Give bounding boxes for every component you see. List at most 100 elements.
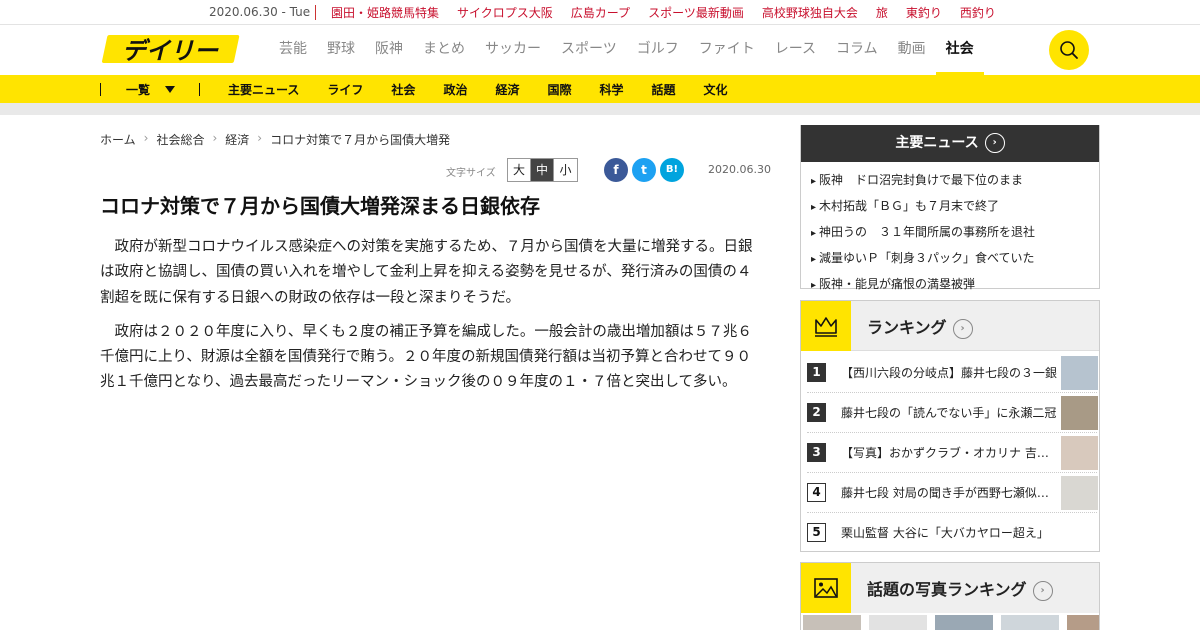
- today-date: 2020.06.30 - Tue: [209, 5, 311, 19]
- daily-logo[interactable]: デイリー: [100, 33, 240, 65]
- ranking-item[interactable]: 4 藤井七段 対局の聞き手が西野七瀬似で話題: [807, 473, 1098, 513]
- font-size-switcher: 大 中 小: [507, 158, 578, 182]
- photo-thumbnails: [803, 615, 1099, 630]
- main-news-item[interactable]: 阪神 ドロ沼完封負けで最下位のまま: [811, 168, 1099, 194]
- nav-race[interactable]: レース: [775, 25, 816, 75]
- top-link-hiroshima-carp[interactable]: 広島カープ: [571, 4, 630, 21]
- article-tools: 文字サイズ 大 中 小 f t B! 2020.06.30: [446, 158, 771, 182]
- ranking-item[interactable]: 2 藤井七段の「読んでない手」に永瀬二冠: [807, 393, 1098, 433]
- nav-soccer[interactable]: サッカー: [485, 25, 541, 75]
- ranking-header[interactable]: ランキング ›: [801, 301, 1099, 351]
- top-link-sports-video[interactable]: スポーツ最新動画: [648, 4, 744, 21]
- breadcrumb-current: コロナ対策で７月から国債大増発: [270, 133, 451, 147]
- top-bar: 2020.06.30 - Tue 園田・姫路競馬特集 サイクロプス大阪 広島カー…: [0, 0, 1200, 25]
- photo-thumbnail[interactable]: [1001, 615, 1059, 630]
- sub-nav-politics[interactable]: 政治: [443, 81, 467, 98]
- image-icon: [801, 563, 851, 613]
- font-size-medium[interactable]: 中: [531, 159, 554, 181]
- twitter-share-icon[interactable]: t: [632, 158, 656, 182]
- ranking-text: 【写真】おかずクラブ・オカリナ 吉岡里帆: [841, 446, 1059, 460]
- logo-text: デイリー: [122, 37, 219, 65]
- top-link-sonoda-himeji[interactable]: 園田・姫路競馬特集: [331, 4, 439, 21]
- list-dropdown[interactable]: 一覧: [126, 81, 150, 98]
- photo-thumbnail[interactable]: [869, 615, 927, 630]
- top-bar-divider: [315, 5, 316, 20]
- main-news-item[interactable]: 阪神・能見が痛恨の満塁被弾: [811, 272, 1099, 298]
- nav-hanshin[interactable]: 阪神: [375, 25, 403, 75]
- top-bar-links: 園田・姫路競馬特集 サイクロプス大阪 広島カープ スポーツ最新動画 高校野球独自…: [331, 4, 1014, 21]
- ranking-text: 藤井七段 対局の聞き手が西野七瀬似で話題: [841, 486, 1059, 500]
- sub-nav-science[interactable]: 科学: [599, 81, 623, 98]
- ranking-text: 藤井七段の「読んでない手」に永瀬二冠: [841, 406, 1057, 420]
- top-link-cyclops-osaka[interactable]: サイクロプス大阪: [457, 4, 553, 21]
- sub-nav-divider: [199, 83, 200, 96]
- search-icon: [1060, 41, 1078, 59]
- font-size-label: 文字サイズ: [446, 168, 496, 179]
- chevron-right-icon: ›: [984, 133, 1005, 153]
- chevron-right-icon: ›: [212, 131, 218, 145]
- nav-sports[interactable]: スポーツ: [561, 25, 617, 75]
- top-link-east-fishing[interactable]: 東釣り: [906, 4, 942, 21]
- breadcrumb-economy[interactable]: 経済: [225, 131, 249, 148]
- chevron-right-icon: ›: [257, 131, 263, 145]
- facebook-share-icon[interactable]: f: [604, 158, 628, 182]
- ranking-item[interactable]: 5 栗山監督 大谷に「大バカヤロー超え」: [807, 513, 1097, 553]
- ranking-thumbnail: [1061, 356, 1098, 390]
- nav-fight[interactable]: ファイト: [699, 25, 755, 75]
- photo-ranking-header[interactable]: 話題の写真ランキング ›: [801, 563, 1099, 613]
- main-news-item[interactable]: 減量ゆいＰ「刺身３パック」食べていた: [811, 246, 1099, 272]
- rank-number: 5: [807, 523, 826, 542]
- nav-column[interactable]: コラム: [836, 25, 878, 75]
- chevron-right-icon: ›: [1032, 580, 1053, 601]
- top-link-high-school-baseball[interactable]: 高校野球独自大会: [762, 4, 858, 21]
- photo-ranking-title: 話題の写真ランキング ›: [867, 576, 1053, 601]
- main-news-item[interactable]: 神田うの ３１年間所属の事務所を退社: [811, 220, 1099, 246]
- sub-nav-culture[interactable]: 文化: [704, 81, 728, 98]
- sub-nav-economy[interactable]: 経済: [495, 81, 519, 98]
- chevron-right-icon: ›: [143, 131, 149, 145]
- main-news-item[interactable]: 木村拓哉「ＢＧ」も７月末で終了: [811, 194, 1099, 220]
- main-nav: 芸能 野球 阪神 まとめ サッカー スポーツ ゴルフ ファイト レース コラム …: [279, 25, 994, 76]
- article-title: コロナ対策で７月から国債大増発深まる日銀依存: [100, 194, 540, 218]
- ranking-item[interactable]: 1 【西川六段の分岐点】藤井七段の３一銀: [807, 353, 1098, 393]
- photo-ranking-box: 話題の写真ランキング ›: [800, 562, 1100, 630]
- rank-number: 4: [807, 483, 826, 502]
- sub-nav-life[interactable]: ライフ: [327, 81, 363, 98]
- nav-video[interactable]: 動画: [898, 25, 926, 75]
- nav-entertainment[interactable]: 芸能: [279, 25, 307, 75]
- ranking-title-text: ランキング: [867, 318, 947, 337]
- sub-nav-top-news[interactable]: 主要ニュース: [228, 81, 299, 98]
- ranking-item[interactable]: 3 【写真】おかずクラブ・オカリナ 吉岡里帆: [807, 433, 1098, 473]
- ranking-box: ランキング › 1 【西川六段の分岐点】藤井七段の３一銀 2 藤井七段の「読んでな…: [800, 300, 1100, 552]
- top-link-west-fishing[interactable]: 西釣り: [960, 4, 996, 21]
- breadcrumb-society[interactable]: 社会総合: [156, 131, 204, 148]
- photo-thumbnail[interactable]: [935, 615, 993, 630]
- ranking-thumbnail: [1061, 436, 1098, 470]
- sub-nav-divider: [100, 83, 101, 96]
- font-size-small[interactable]: 小: [554, 159, 577, 181]
- photo-thumbnail[interactable]: [803, 615, 861, 630]
- search-button[interactable]: [1049, 30, 1089, 70]
- ranking-thumbnail: [1061, 476, 1098, 510]
- chevron-down-icon[interactable]: [165, 86, 175, 93]
- breadcrumb-home[interactable]: ホーム: [100, 131, 136, 148]
- sub-nav-society[interactable]: 社会: [391, 81, 415, 98]
- main-news-header[interactable]: 主要ニュース ›: [801, 125, 1099, 162]
- chevron-right-icon: ›: [952, 318, 973, 339]
- nav-matome[interactable]: まとめ: [423, 25, 465, 75]
- rank-number: 1: [807, 363, 826, 382]
- nav-golf[interactable]: ゴルフ: [637, 25, 679, 75]
- sub-nav-international[interactable]: 国際: [547, 81, 571, 98]
- rank-number: 2: [807, 403, 826, 422]
- main-news-title: 主要ニュース: [895, 135, 979, 151]
- nav-society[interactable]: 社会: [935, 25, 984, 76]
- site-header: デイリー 芸能 野球 阪神 まとめ サッカー スポーツ ゴルフ ファイト レース…: [0, 25, 1200, 76]
- sub-nav-topics[interactable]: 話題: [652, 81, 676, 98]
- top-link-travel[interactable]: 旅: [876, 4, 888, 21]
- photo-thumbnail[interactable]: [1067, 615, 1099, 630]
- hatena-bookmark-icon[interactable]: B!: [660, 158, 684, 182]
- nav-baseball[interactable]: 野球: [327, 25, 355, 75]
- crown-icon: [801, 301, 851, 351]
- font-size-large[interactable]: 大: [508, 159, 531, 181]
- ranking-title: ランキング ›: [867, 314, 973, 339]
